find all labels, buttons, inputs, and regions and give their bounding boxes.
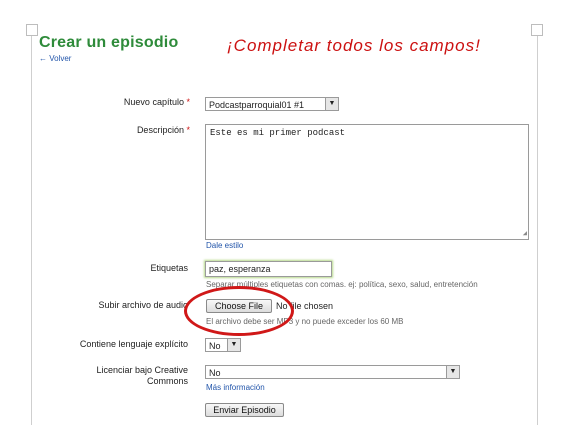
resize-handle-icon[interactable]: ◢ (523, 229, 527, 238)
tags-input[interactable]: paz, esperanza (205, 261, 332, 277)
explicit-select[interactable]: No ▼ (205, 338, 241, 352)
license-label: Licenciar bajo Creative Commons (96, 365, 188, 386)
corner-marker (26, 24, 38, 36)
license-select[interactable]: No ▼ (205, 365, 460, 379)
back-link[interactable]: ← Volver (39, 54, 71, 63)
more-info-link[interactable]: Más información (206, 383, 265, 392)
explicit-label: Contiene lenguaje explícito (79, 339, 188, 349)
corner-marker (531, 24, 543, 36)
tags-label: Etiquetas (150, 263, 188, 273)
chapter-label: Nuevo capítulo * (123, 97, 190, 107)
chevron-down-icon: ▼ (227, 339, 240, 351)
submit-button[interactable]: Enviar Episodio (205, 403, 284, 417)
page-title: Crear un episodio (39, 34, 179, 51)
highlight-circle (184, 286, 294, 336)
description-label: Descripción * (136, 125, 190, 135)
chapter-select[interactable]: Podcastparroquial01 #1 ▼ (205, 97, 339, 111)
chevron-down-icon: ▼ (325, 98, 338, 110)
description-textarea[interactable]: Este es mi primer podcast ◢ (205, 124, 529, 240)
audio-label: Subir archivo de audio (98, 300, 188, 310)
overlay-note: ¡Completar todos los campos! (227, 36, 481, 55)
style-link[interactable]: Dale estilo (206, 241, 243, 250)
chevron-down-icon: ▼ (446, 366, 459, 378)
